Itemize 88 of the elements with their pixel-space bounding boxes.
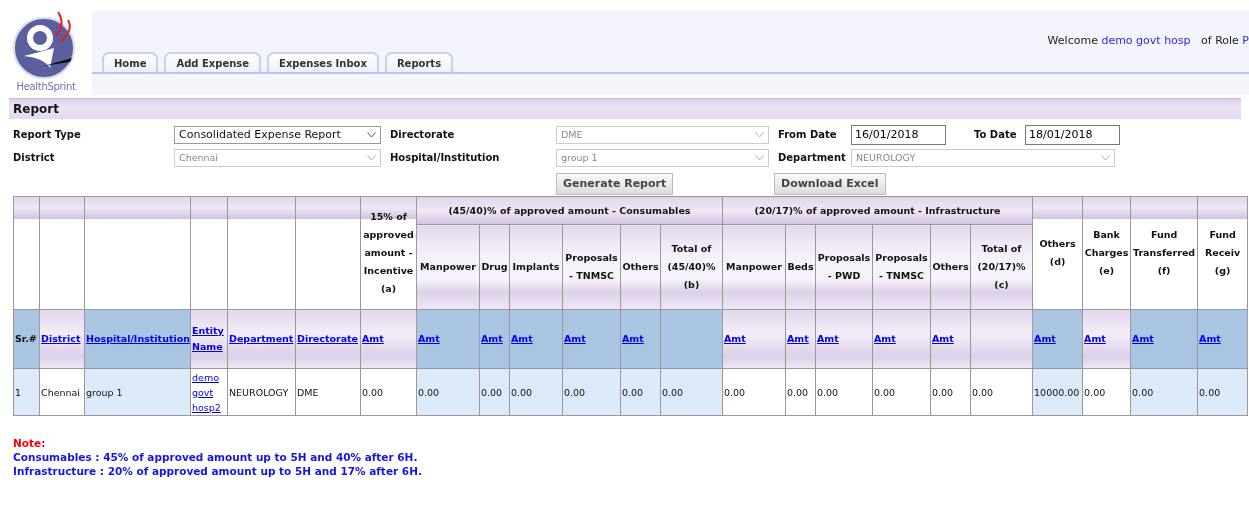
sort-link[interactable]: Amt [481,331,503,347]
table-cell: 0.00 [662,386,684,398]
table-cell: DME [297,386,319,398]
filter-label: From Date [777,129,838,140]
column-header: Bank Charges (e) [1084,229,1129,276]
column-header: 15% of approved amount - Incentive (a) [363,211,414,294]
sort-link[interactable]: Amt [1034,331,1056,347]
nav-tab[interactable]: Reports [384,52,454,72]
table-cell: 1 [15,386,22,398]
note-title: Note: [13,436,47,450]
sort-link[interactable]: Amt [1132,331,1154,347]
column-header: Implants [512,261,560,272]
column-header: Others [622,261,659,272]
sort-link[interactable]: Amt [622,331,644,347]
sort-link[interactable]: Amt [418,331,440,347]
table-cell: 0.00 [564,386,586,398]
column-header: Beds [787,261,814,272]
table-cell: 0.00 [972,386,994,398]
filter-label: Department [777,152,847,163]
sort-link[interactable]: Amt [787,331,809,347]
select-field[interactable]: Consolidated Expense Report [174,125,381,144]
table-cell: 0.00 [932,386,954,398]
table-cell: 0.00 [1132,386,1154,398]
column-header: Proposals - TNMSC [875,252,928,281]
column-header: Proposals - PWD [817,252,871,281]
filter-label: To Date [973,129,1018,140]
nav-tab[interactable]: Home [102,52,159,72]
table-cell: 0.00 [1084,386,1106,398]
table-cell: 0.00 [511,386,533,398]
date-field[interactable]: 16/01/2018 [851,124,946,145]
table-cell: 0.00 [1199,386,1221,398]
table-cell: 0.00 [874,386,896,398]
column-header: Sr.# [15,333,37,344]
chevron-icon [1101,154,1110,161]
nav-tab[interactable]: Add Expense [164,52,262,72]
chevron-icon [367,154,376,161]
table-cell: 0.00 [787,386,809,398]
nav-tab[interactable]: Expenses Inbox [267,52,379,72]
sort-link[interactable]: Amt [932,331,954,347]
user-link[interactable]: demo govt hosp [1101,34,1191,47]
filter-label: Hospital/Institution [389,152,501,163]
chevron-icon [367,131,376,138]
column-header: Fund Transferred (f) [1133,229,1196,276]
chevron-icon [755,154,764,161]
column-header: Total of (20/17)% (c) [977,243,1026,290]
column-header: Manpower [420,261,476,272]
table-cell: 0.00 [418,386,440,398]
sort-link[interactable]: Amt [511,331,533,347]
role-text: of Role [1201,34,1239,47]
column-header: Total of (45/40)% (b) [667,243,716,290]
column-header: Proposals - TNMSC [565,252,618,281]
action-button[interactable]: Generate Report [556,172,674,195]
sort-link[interactable]: Amt [874,331,896,347]
table-cell: 0.00 [817,386,839,398]
table-cell: group 1 [86,386,123,398]
section-title: Report [9,98,1241,119]
action-button[interactable]: Download Excel [774,172,886,195]
group-header: (20/17)% of approved amount - Infrastructure [754,204,1001,216]
table-cell: 0.00 [481,386,503,398]
column-header: Drug [481,261,508,272]
logo-text: HealthSprint [16,81,76,92]
table-cell: NEUROLOGY [229,386,289,398]
note-text: Consumables : 45% of approved amount up to 5H and 40% after 6H. [13,450,419,464]
sort-link[interactable]: Amt [564,331,586,347]
note-text: Infrastructure : 20% of approved amount up to 5H and 17% after 6H. [13,464,423,478]
welcome-text: Welcome [1047,34,1098,47]
group-header: (45/40)% of approved amount - Consumables [448,204,691,216]
filter-label: Directorate [389,129,456,140]
sort-link[interactable]: Amt [817,331,839,347]
entity-link[interactable]: demo govt hosp2 [192,369,226,415]
column-header: Others [932,261,969,272]
table-cell: 0.00 [362,386,384,398]
filter-label: Report Type [13,129,82,140]
table-cell: 10000.00 [1034,386,1080,398]
table-cell: 0.00 [724,386,746,398]
date-field[interactable]: 18/01/2018 [1025,124,1120,145]
column-header: Others (d) [1039,238,1076,267]
chevron-icon [755,131,764,138]
column-header: Manpower [726,261,782,272]
sort-link[interactable]: Amt [1084,331,1106,347]
column-header: Fund Receiv (g) [1204,229,1241,276]
role-link[interactable]: P [1242,34,1249,47]
table-cell: 0.00 [622,386,644,398]
sort-link[interactable]: Amt [724,331,746,347]
filter-label: District [13,152,56,163]
sort-link[interactable]: Amt [1199,331,1221,347]
sort-link[interactable]: Amt [362,331,384,347]
table-cell: Chennai [41,386,80,398]
